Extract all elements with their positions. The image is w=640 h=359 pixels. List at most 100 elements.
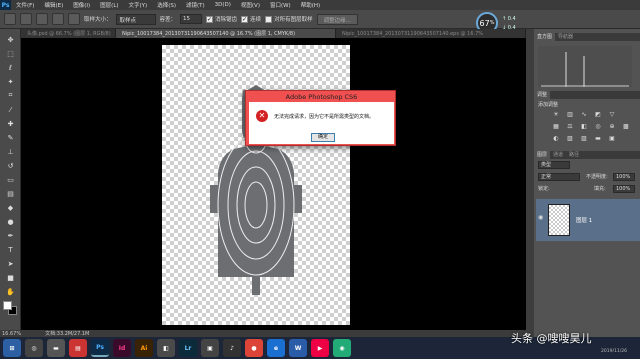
magic-wand-tool-icon[interactable] [4, 13, 16, 25]
threshold-icon[interactable]: ▨ [580, 135, 588, 142]
lightroom-app-icon[interactable]: Lr [179, 339, 197, 357]
visibility-eye-icon[interactable]: ◉ [538, 214, 543, 221]
photoshop-app-icon[interactable]: Ps [91, 339, 109, 357]
layer-filter-select[interactable]: 类型 [538, 161, 570, 169]
canvas-area[interactable] [21, 38, 526, 330]
dialog-body: ✕ 无法完成请求，因为它不是所需类型的文档。 确定 [249, 102, 394, 144]
levels-icon[interactable]: ▥ [566, 111, 574, 118]
refine-edge-button[interactable]: 调整边缘... [316, 13, 358, 25]
black-white-icon[interactable]: ◧ [580, 123, 588, 130]
crop-tool-icon[interactable]: ⌗ [4, 91, 17, 100]
channel-mixer-icon[interactable]: ⊕ [608, 123, 616, 130]
tab-histogram[interactable]: 直方图 [534, 33, 556, 41]
selection-mode-new-icon[interactable] [20, 13, 32, 25]
antialias-checkbox[interactable]: ✓ 消除锯齿 [206, 15, 237, 23]
tolerance-input[interactable]: 15 [180, 14, 203, 24]
document-tab[interactable]: Nipic_10017384_20130731190643507140.eps … [336, 29, 526, 38]
generic-app-icon[interactable]: ◧ [157, 339, 175, 357]
shape-tool-icon[interactable]: ■ [4, 273, 17, 282]
document-size[interactable]: 文档:33.2M/27.1M [45, 330, 89, 337]
foreground-color-swatch[interactable] [3, 301, 12, 310]
video-app-icon[interactable]: ▶ [311, 339, 329, 357]
contiguous-checkbox[interactable]: ✓ 连续 [241, 15, 261, 23]
menu-select[interactable]: 选择(S) [152, 1, 181, 9]
pdf-app-icon[interactable]: ▤ [69, 339, 87, 357]
chat-app-icon[interactable]: ◉ [333, 339, 351, 357]
magic-wand-tool-icon[interactable]: ✦ [4, 77, 17, 86]
eraser-tool-icon[interactable]: ▭ [4, 175, 17, 184]
menu-view[interactable]: 视图(V) [236, 1, 265, 9]
dodge-tool-icon[interactable]: ● [4, 217, 17, 226]
gradient-map-icon[interactable]: ▬ [594, 135, 602, 142]
opacity-label: 不透明度: [586, 174, 608, 180]
move-tool-icon[interactable]: ✥ [4, 35, 17, 44]
hand-tool-icon[interactable]: ✋ [4, 287, 17, 296]
layer-thumbnail [548, 204, 570, 236]
illustrator-app-icon[interactable]: Ai [135, 339, 153, 357]
check-icon: ✓ [206, 15, 214, 23]
music-app-icon[interactable]: ♪ [223, 339, 241, 357]
document-tab[interactable]: 头像.psd @ 66.7% (图层 1, RGB/8) [21, 29, 116, 38]
all-layers-checkbox[interactable]: 对所有图层取样 [265, 15, 313, 23]
ok-button[interactable]: 确定 [311, 133, 335, 142]
menu-filter[interactable]: 滤镜(T) [181, 1, 210, 9]
brightness-icon[interactable]: ☀ [552, 111, 560, 118]
browser-app-icon[interactable]: e [267, 339, 285, 357]
menu-window[interactable]: 窗口(W) [265, 1, 296, 9]
menu-file[interactable]: 文件(F) [11, 1, 39, 9]
menu-layer[interactable]: 图层(L) [95, 1, 123, 9]
menu-image[interactable]: 图像(I) [68, 1, 95, 9]
zoom-level[interactable]: 16.67% [2, 331, 21, 337]
sample-size-select[interactable]: 取样点 [115, 13, 156, 25]
lasso-tool-icon[interactable]: ℓ [4, 63, 17, 72]
terminal-app-icon[interactable]: ▬ [47, 339, 65, 357]
word-app-icon[interactable]: W [289, 339, 307, 357]
antialias-label: 消除锯齿 [215, 17, 238, 23]
document-canvas[interactable] [162, 45, 350, 325]
menu-edit[interactable]: 编辑(E) [39, 1, 68, 9]
vibrance-icon[interactable]: ▽ [608, 111, 616, 118]
history-brush-tool-icon[interactable]: ↺ [4, 161, 17, 170]
marquee-tool-icon[interactable]: ⬚ [4, 49, 17, 58]
selection-mode-add-icon[interactable] [36, 13, 48, 25]
tab-paths[interactable]: 路径 [566, 151, 582, 159]
camera-app-icon[interactable]: ◎ [25, 339, 43, 357]
image-viewer-app-icon[interactable]: ▣ [201, 339, 219, 357]
layer-row-selected[interactable]: ◉ 图层 1 [536, 199, 640, 241]
tab-channels[interactable]: 通道 [550, 151, 566, 159]
clone-stamp-tool-icon[interactable]: ⊥ [4, 147, 17, 156]
invert-icon[interactable]: ◐ [552, 135, 560, 142]
color-lookup-icon[interactable]: ▩ [622, 123, 630, 130]
hue-saturation-icon[interactable]: ▦ [552, 123, 560, 130]
blur-tool-icon[interactable]: ◆ [4, 203, 17, 212]
brush-tool-icon[interactable]: ✎ [4, 133, 17, 142]
menu-type[interactable]: 文字(Y) [124, 1, 153, 9]
start-button-icon[interactable]: ⊞ [3, 339, 21, 357]
selection-mode-subtract-icon[interactable] [52, 13, 64, 25]
indesign-app-icon[interactable]: Id [113, 339, 131, 357]
color-balance-icon[interactable]: ⚖ [566, 123, 574, 130]
posterize-icon[interactable]: ▧ [566, 135, 574, 142]
fill-input[interactable]: 100% [613, 185, 635, 193]
tab-adjustments[interactable]: 调整 [534, 91, 551, 99]
gradient-tool-icon[interactable]: ▤ [4, 189, 17, 198]
selection-mode-intersect-icon[interactable] [68, 13, 80, 25]
tab-navigator[interactable]: 导航器 [555, 33, 576, 41]
chrome-app-icon[interactable]: ● [245, 339, 263, 357]
selective-color-icon[interactable]: ▣ [608, 135, 616, 142]
healing-brush-tool-icon[interactable]: ✚ [4, 119, 17, 128]
eyedropper-tool-icon[interactable]: ⁄ [4, 105, 17, 114]
menu-3d[interactable]: 3D(D) [210, 2, 236, 8]
document-tab-active[interactable]: Nipic_10017384_20130731190643507140 @ 16… [116, 29, 336, 38]
photo-filter-icon[interactable]: ◎ [594, 123, 602, 130]
type-tool-icon[interactable]: T [4, 245, 17, 254]
exposure-icon[interactable]: ◩ [594, 111, 602, 118]
menu-help[interactable]: 帮助(H) [296, 1, 325, 9]
blend-mode-select[interactable]: 正常 [538, 173, 580, 181]
sample-size-label: 取样大小： [84, 17, 112, 23]
path-selection-tool-icon[interactable]: ➤ [4, 259, 17, 268]
curves-icon[interactable]: ∿ [580, 111, 588, 118]
opacity-input[interactable]: 100% [613, 173, 635, 181]
pen-tool-icon[interactable]: ✒ [4, 231, 17, 240]
tab-layers[interactable]: 图层 [534, 151, 551, 159]
